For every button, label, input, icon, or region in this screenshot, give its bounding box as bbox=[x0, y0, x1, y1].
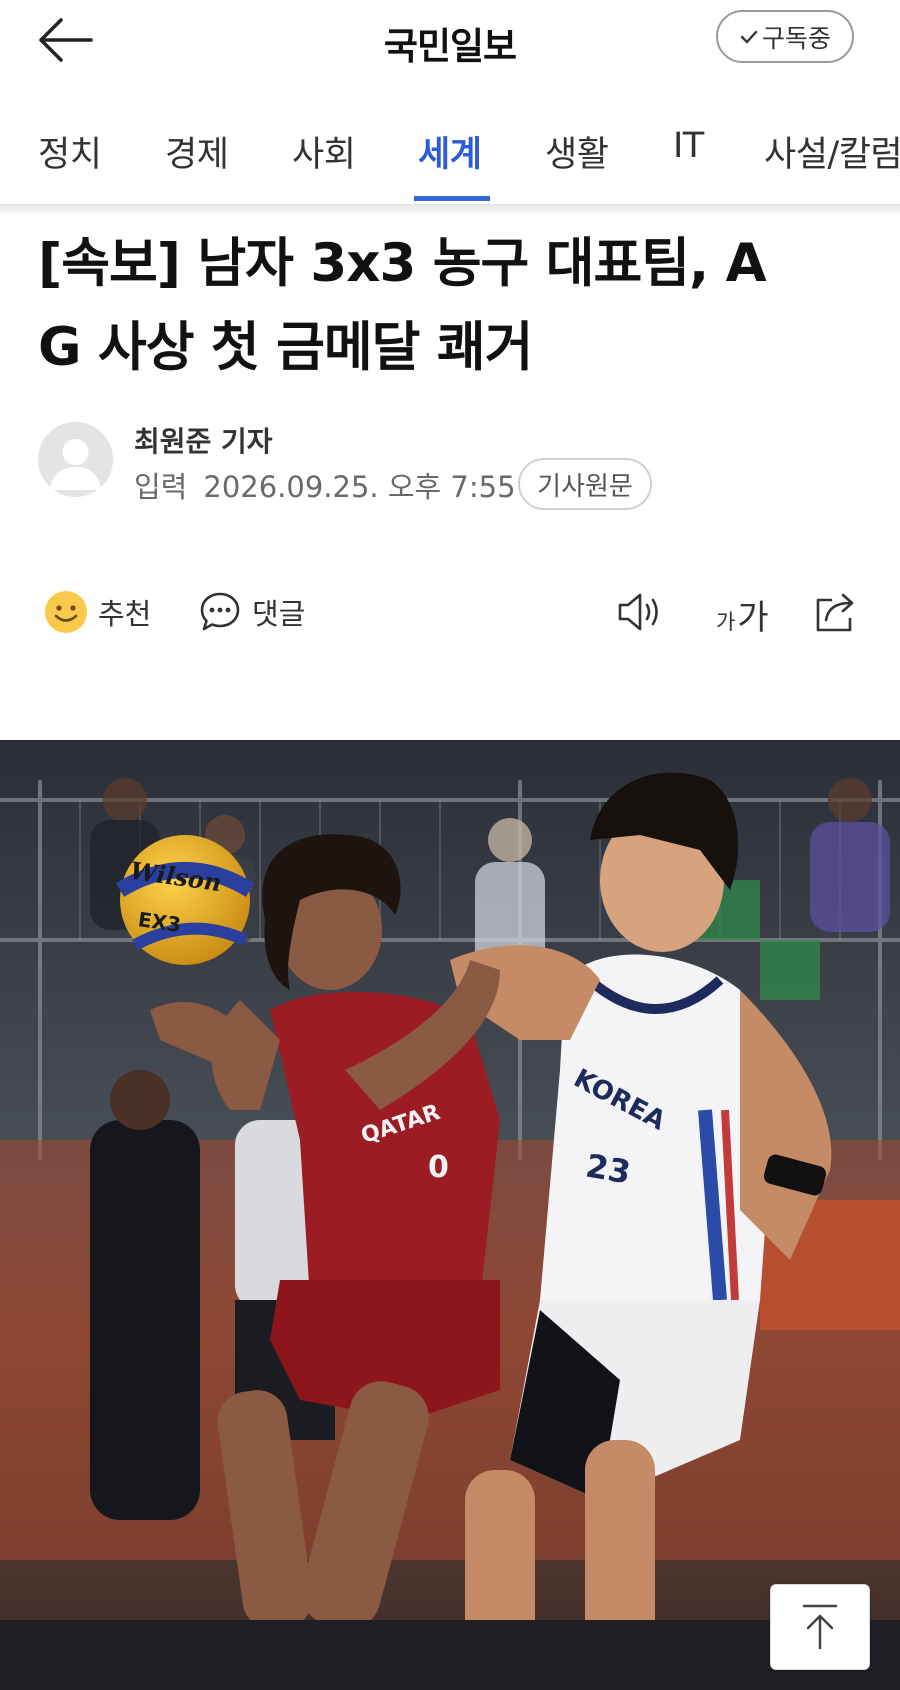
read-aloud-button[interactable] bbox=[616, 590, 666, 634]
article-headline: [속보] 남자 3x3 농구 대표팀, A G 사상 첫 금메달 쾌거 bbox=[38, 222, 878, 390]
date-value: 2026.09.25. 오후 7:55 bbox=[203, 470, 516, 504]
font-size-button[interactable]: 가 가 bbox=[716, 590, 769, 639]
user-avatar-icon bbox=[38, 422, 113, 497]
tab-life[interactable]: 생활 bbox=[545, 126, 609, 177]
font-size-large-label: 가 bbox=[737, 598, 769, 638]
tab-editorial[interactable]: 사설/칼럼 bbox=[764, 126, 900, 177]
headline-line-1: [속보] 남자 3x3 농구 대표팀, A bbox=[38, 233, 767, 294]
article-actions: 추천 댓글 가 가 bbox=[0, 580, 900, 650]
date-label: 입력 bbox=[134, 470, 188, 504]
qatar-jersey-number: 0 bbox=[428, 1150, 449, 1185]
original-article-button[interactable]: 기사원문 bbox=[518, 458, 652, 510]
nav-divider bbox=[0, 204, 900, 216]
speaker-icon bbox=[616, 590, 666, 634]
article-photo[interactable]: Wilson EX3 QATAR 0 KOREA 23 bbox=[0, 740, 900, 1690]
publish-date: 입력 2026.09.25. 오후 7:55 bbox=[134, 464, 516, 506]
tab-society[interactable]: 사회 bbox=[292, 126, 356, 177]
share-button[interactable] bbox=[812, 590, 860, 634]
subscribe-button[interactable]: 구독중 bbox=[716, 10, 854, 63]
arrow-up-icon bbox=[802, 1604, 838, 1650]
byline: 최원준 기자 입력 2026.09.25. 오후 7:55 기사원문 bbox=[38, 420, 878, 520]
tab-politics[interactable]: 정치 bbox=[38, 126, 102, 177]
check-icon bbox=[740, 30, 758, 43]
font-size-small-label: 가 bbox=[716, 610, 736, 634]
app-header: 국민일보 구독중 bbox=[0, 0, 900, 88]
comment-icon bbox=[198, 590, 242, 634]
comment-button[interactable]: 댓글 bbox=[198, 590, 305, 634]
scroll-to-top-button[interactable] bbox=[770, 1584, 870, 1670]
active-tab-indicator bbox=[414, 196, 490, 201]
smiley-icon bbox=[44, 590, 88, 634]
section-tabs: 정치 경제 사회 세계 생활 IT 사설/칼럼 bbox=[0, 112, 900, 204]
tab-economy[interactable]: 경제 bbox=[165, 126, 229, 177]
headline-line-2: G 사상 첫 금메달 쾌거 bbox=[38, 317, 533, 378]
korea-jersey-number: 23 bbox=[583, 1146, 634, 1192]
author-name[interactable]: 최원준 기자 bbox=[134, 420, 273, 460]
recommend-button[interactable]: 추천 bbox=[44, 590, 151, 634]
share-icon bbox=[812, 590, 860, 634]
tab-world[interactable]: 세계 bbox=[418, 126, 482, 177]
subscribe-label: 구독중 bbox=[761, 23, 831, 53]
tab-it[interactable]: IT bbox=[673, 126, 704, 166]
author-avatar[interactable] bbox=[38, 422, 113, 497]
comment-label: 댓글 bbox=[252, 597, 306, 631]
recommend-label: 추천 bbox=[98, 597, 152, 631]
